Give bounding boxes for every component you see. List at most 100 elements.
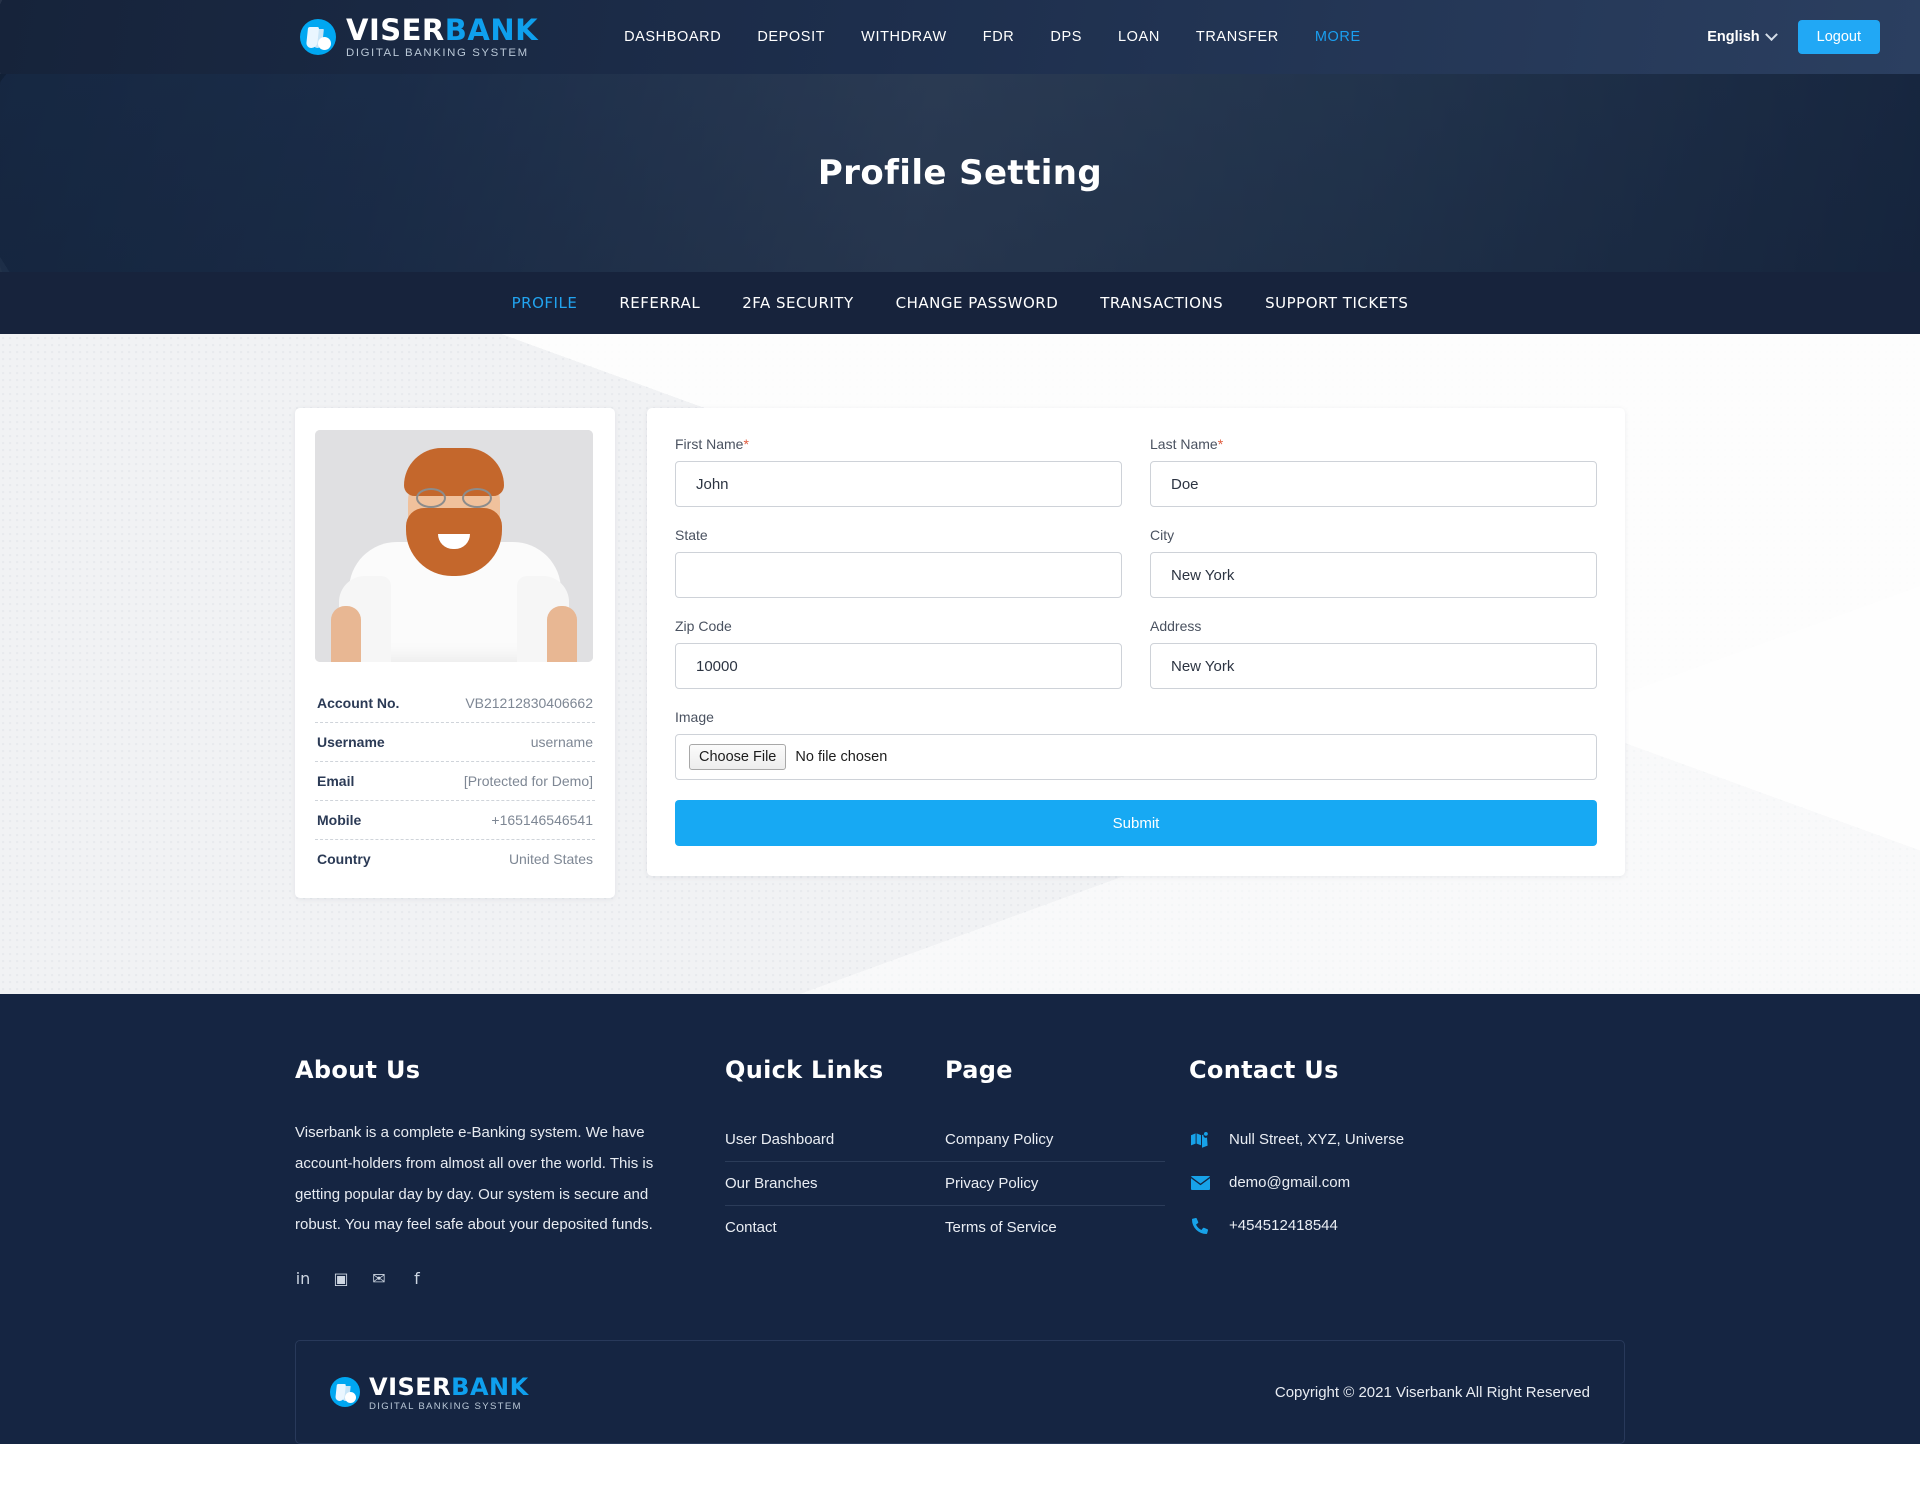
site-footer: About Us Viserbank is a complete e-Banki… (0, 994, 1920, 1444)
footer-column-quick-links: Quick Links User Dashboard Our Branches … (725, 1056, 945, 1288)
twitter-icon[interactable]: ✉ (371, 1269, 387, 1288)
language-selector[interactable]: English (1707, 27, 1778, 45)
language-label: English (1707, 29, 1760, 45)
page-link-terms-of-service[interactable]: Terms of Service (945, 1206, 1165, 1249)
quick-link-user-dashboard[interactable]: User Dashboard (725, 1118, 945, 1161)
tab-profile[interactable]: PROFILE (512, 294, 578, 312)
list-item: Our Branches (725, 1162, 945, 1206)
label-address: Address (1150, 618, 1202, 634)
label-state: State (675, 527, 708, 543)
contact-phone-text: +454512418544 (1229, 1217, 1338, 1234)
detail-value: VB21212830406662 (465, 695, 593, 711)
last-name-input[interactable] (1150, 461, 1597, 507)
profile-tabbar: PROFILE REFERRAL 2FA SECURITY CHANGE PAS… (0, 272, 1920, 334)
page-link-company-policy[interactable]: Company Policy (945, 1118, 1165, 1161)
detail-key: Country (317, 851, 371, 867)
city-input[interactable] (1150, 552, 1597, 598)
tab-support-tickets[interactable]: SUPPORT TICKETS (1265, 294, 1408, 312)
zip-code-input[interactable] (675, 643, 1122, 689)
field-zip-code: Zip Code (675, 618, 1122, 689)
footer-brand-logo[interactable]: VISERBANK DIGITAL BANKING SYSTEM (330, 1373, 529, 1412)
label-city: City (1150, 527, 1175, 543)
field-address: Address (1150, 618, 1597, 689)
footer-column-contact: Contact Us Null Street, XYZ, Universe de… (1165, 1056, 1625, 1288)
detail-value: +165146546541 (491, 812, 593, 828)
nav-item-deposit[interactable]: DEPOSIT (757, 29, 825, 45)
main-content: Account No. VB21212830406662 Username us… (0, 334, 1920, 994)
contact-email-text: demo@gmail.com (1229, 1174, 1351, 1191)
email-icon (1189, 1175, 1211, 1190)
quick-links-heading: Quick Links (725, 1056, 884, 1084)
tab-transactions[interactable]: TRANSACTIONS (1100, 294, 1223, 312)
detail-value: United States (508, 851, 593, 867)
detail-row-country: Country United States (315, 840, 595, 878)
submit-button[interactable]: Submit (675, 800, 1597, 846)
label-zip-code: Zip Code (675, 618, 732, 634)
list-item: User Dashboard (725, 1118, 945, 1162)
detail-row-account-no: Account No. VB21212830406662 (315, 684, 595, 723)
nav-item-loan[interactable]: LOAN (1118, 29, 1160, 45)
brand-word-1: VISER (369, 1372, 452, 1401)
nav-item-withdraw[interactable]: WITHDRAW (861, 29, 947, 45)
tab-2fa-security[interactable]: 2FA SECURITY (742, 294, 853, 312)
about-text: Viserbank is a complete e-Banking system… (295, 1124, 654, 1234)
quick-link-our-branches[interactable]: Our Branches (725, 1162, 945, 1205)
file-name-label: No file chosen (795, 749, 888, 765)
main-navigation: DASHBOARD DEPOSIT WITHDRAW FDR DPS LOAN … (624, 29, 1361, 45)
contact-item-phone: +454512418544 (1189, 1204, 1625, 1247)
detail-row-mobile: Mobile +165146546541 (315, 801, 595, 840)
nav-item-dps[interactable]: DPS (1050, 29, 1082, 45)
state-input[interactable] (675, 552, 1122, 598)
copyright-text: Copyright © 2021 Viserbank All Right Res… (1274, 1383, 1590, 1401)
required-marker: * (743, 436, 749, 452)
required-marker: * (1217, 436, 1224, 452)
detail-key: Username (317, 734, 385, 750)
first-name-input[interactable] (675, 461, 1122, 507)
avatar (315, 430, 593, 662)
detail-key: Account No. (317, 695, 400, 711)
page-hero: Profile Setting (0, 74, 1920, 272)
detail-value: [Protected for Demo] (463, 773, 593, 789)
nav-item-fdr[interactable]: FDR (983, 29, 1015, 45)
label-last-name: Last Name* (1150, 436, 1224, 452)
facebook-icon[interactable]: f (409, 1269, 425, 1288)
nav-item-dashboard[interactable]: DASHBOARD (624, 29, 721, 45)
quick-link-contact[interactable]: Contact (725, 1206, 945, 1249)
contact-heading: Contact Us (1189, 1056, 1339, 1084)
brand-logo[interactable]: VISERBANK DIGITAL BANKING SYSTEM (300, 14, 538, 59)
detail-row-email: Email [Protected for Demo] (315, 762, 595, 801)
page-link-privacy-policy[interactable]: Privacy Policy (945, 1162, 1165, 1205)
detail-row-username: Username username (315, 723, 595, 762)
brand-word-2: BANK (444, 13, 539, 48)
brand-tagline: DIGITAL BANKING SYSTEM (346, 47, 529, 60)
field-image: Image Choose File No file chosen (675, 709, 1597, 780)
site-header: VISERBANK DIGITAL BANKING SYSTEM DASHBOA… (0, 0, 1920, 74)
instagram-icon[interactable]: ▣ (333, 1269, 349, 1288)
linkedin-icon[interactable]: in (295, 1269, 311, 1288)
field-last-name: Last Name* (1150, 436, 1597, 507)
detail-key: Mobile (317, 812, 362, 828)
about-heading: About Us (295, 1056, 421, 1084)
address-input[interactable] (1150, 643, 1597, 689)
page-heading: Page (945, 1056, 1013, 1084)
footer-column-about: About Us Viserbank is a complete e-Banki… (295, 1056, 725, 1288)
account-detail-list: Account No. VB21212830406662 Username us… (315, 684, 595, 878)
brand-word-2: BANK (451, 1372, 529, 1401)
page-title: Profile Setting (817, 153, 1103, 193)
social-links: in ▣ ✉ f (295, 1269, 665, 1288)
nav-item-transfer[interactable]: TRANSFER (1196, 29, 1279, 45)
image-file-input[interactable]: Choose File No file chosen (675, 734, 1597, 780)
nav-item-more[interactable]: MORE (1315, 29, 1361, 45)
viserbank-logo-icon (300, 19, 336, 55)
phone-icon (1189, 1217, 1211, 1234)
glasses-icon (410, 488, 498, 508)
brand-tagline: DIGITAL BANKING SYSTEM (369, 1400, 522, 1412)
viserbank-logo-icon (330, 1377, 360, 1407)
logout-button[interactable]: Logout (1797, 20, 1880, 54)
choose-file-button[interactable]: Choose File (689, 744, 787, 770)
tab-referral[interactable]: REFERRAL (619, 294, 700, 312)
field-first-name: First Name* (675, 436, 1122, 507)
map-icon (1189, 1131, 1211, 1148)
contact-item-email: demo@gmail.com (1189, 1161, 1625, 1204)
tab-change-password[interactable]: CHANGE PASSWORD (896, 294, 1059, 312)
